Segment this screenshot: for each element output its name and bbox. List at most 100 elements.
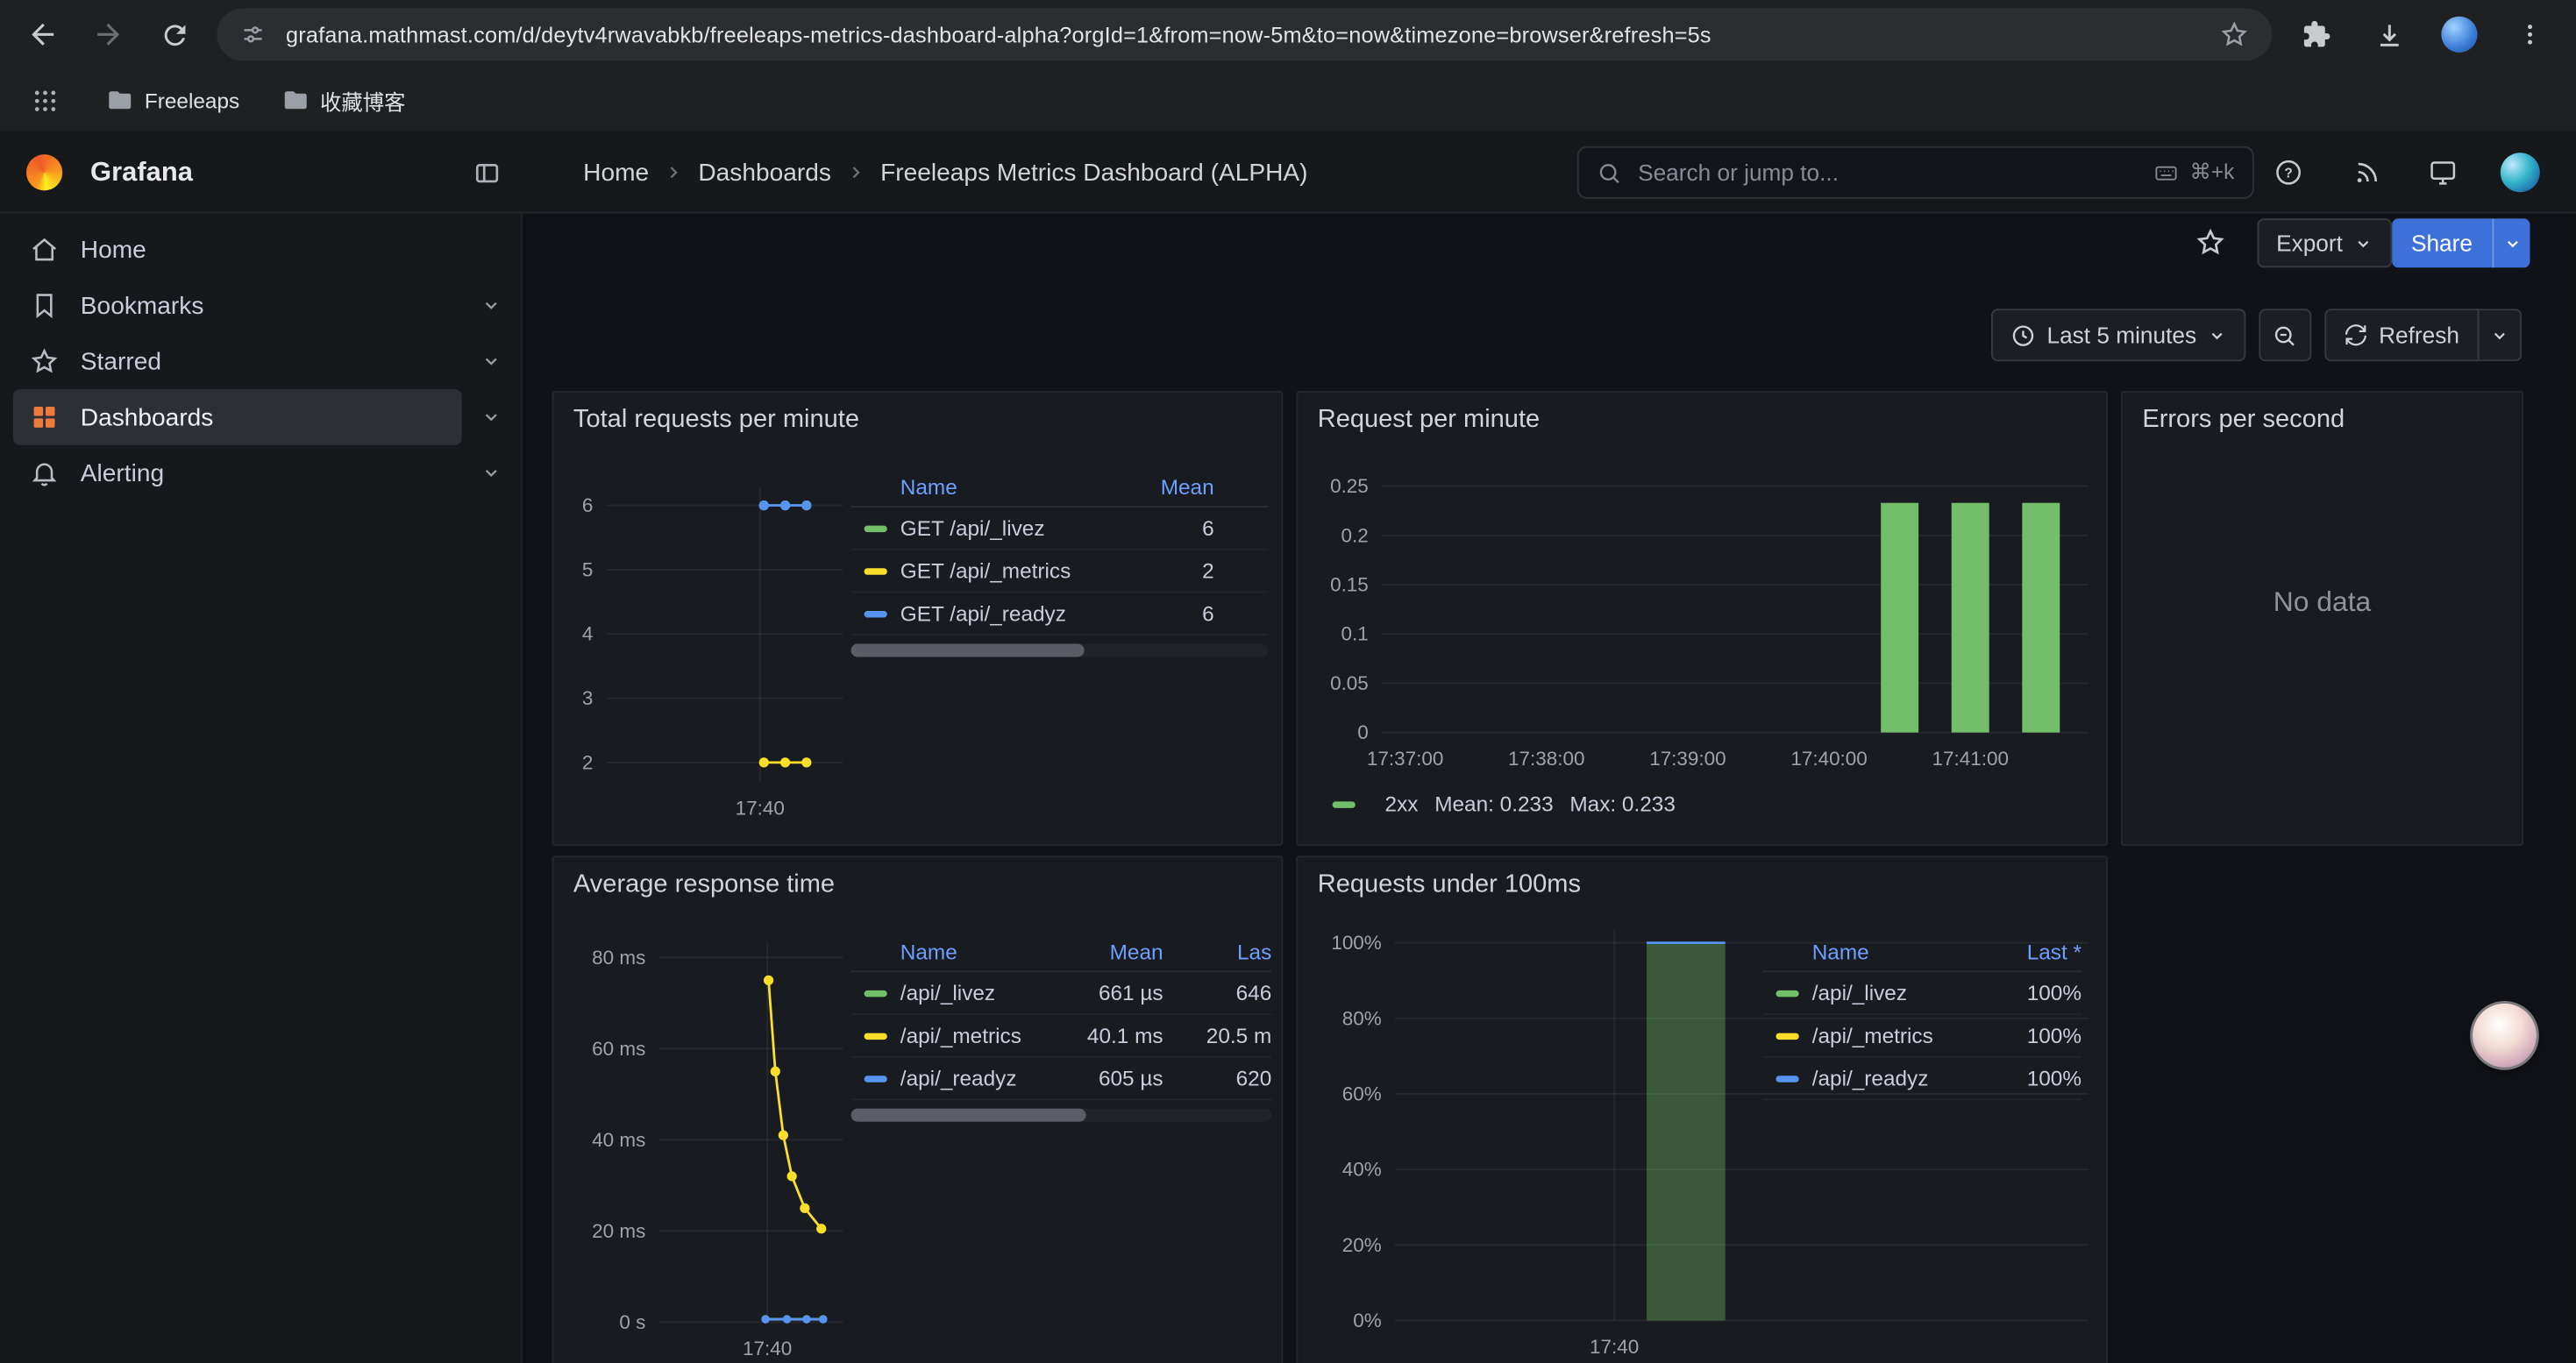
scrollbar-thumb[interactable] bbox=[851, 643, 1085, 657]
sidebar-toggle-icon[interactable] bbox=[473, 160, 502, 188]
svg-text:0.2: 0.2 bbox=[1341, 524, 1369, 546]
legend-header: NameLast * bbox=[1763, 933, 2082, 972]
home-icon bbox=[30, 235, 60, 265]
legend-table: NameLast */api/_livez100%/api/_metrics10… bbox=[1763, 933, 2082, 1100]
url-text[interactable]: grafana.mathmast.com/d/deytv4rwavabkb/fr… bbox=[286, 22, 2219, 46]
extensions-puzzle-icon[interactable] bbox=[2296, 15, 2336, 54]
svg-text:20 ms: 20 ms bbox=[592, 1220, 645, 1242]
news-rss-icon[interactable] bbox=[2346, 153, 2386, 192]
series-name: /api/_livez bbox=[900, 981, 1055, 1005]
chevron-down-icon[interactable] bbox=[462, 295, 521, 315]
sidebar-item-label: Alerting bbox=[81, 459, 164, 487]
series-color-marker bbox=[865, 990, 887, 996]
legend-sort-header[interactable]: Mean bbox=[1106, 475, 1214, 500]
forward-button[interactable] bbox=[89, 15, 128, 54]
time-controls: Last 5 minutes Refresh bbox=[1991, 309, 2522, 361]
sidebar-item-starred[interactable]: Starred bbox=[0, 333, 521, 389]
magnifier-minus-icon bbox=[2273, 323, 2297, 347]
legend-row[interactable]: /api/_livez100% bbox=[1763, 972, 2082, 1015]
refresh-button[interactable]: Refresh bbox=[2324, 309, 2479, 361]
svg-text:40 ms: 40 ms bbox=[592, 1129, 645, 1151]
display-monitor-icon[interactable] bbox=[2423, 153, 2463, 192]
legend-row[interactable]: GET /api/_readyz6 bbox=[851, 593, 1269, 635]
keyboard-icon bbox=[2152, 160, 2180, 185]
breadcrumb: Home Dashboards Freeleaps Metrics Dashbo… bbox=[583, 131, 1307, 214]
share-caret-button[interactable] bbox=[2492, 218, 2530, 267]
legend-sort-header[interactable]: Las bbox=[1163, 940, 1272, 964]
legend-scrollbar[interactable] bbox=[851, 1109, 1272, 1122]
legend-row[interactable]: /api/_livez661 µs646 bbox=[851, 972, 1272, 1015]
search-input[interactable] bbox=[1634, 158, 2138, 188]
scrollbar-thumb[interactable] bbox=[851, 1109, 1087, 1122]
legend-row[interactable]: /api/_metrics40.1 ms20.5 m bbox=[851, 1015, 1272, 1058]
panel-errors-per-second: Errors per second No data bbox=[2121, 391, 2523, 846]
series-value: 6 bbox=[1106, 515, 1214, 540]
series-name: /api/_readyz bbox=[1812, 1066, 1974, 1090]
bookmark-item-blogs[interactable]: 收藏博客 bbox=[282, 84, 406, 116]
zoom-out-button[interactable] bbox=[2259, 309, 2311, 361]
series-name: GET /api/_livez bbox=[900, 515, 1106, 540]
series-label[interactable]: 2xx bbox=[1385, 792, 1419, 816]
search-box[interactable]: ⌘+k bbox=[1577, 146, 2254, 199]
floating-assistant-avatar[interactable] bbox=[2473, 1004, 2537, 1068]
series-name: /api/_readyz bbox=[900, 1066, 1055, 1090]
grafana-logo[interactable] bbox=[26, 154, 62, 190]
panel-title[interactable]: Errors per second bbox=[2142, 406, 2345, 436]
search-shortcut-keys: ⌘+k bbox=[2189, 160, 2234, 186]
refresh-split-button: Refresh bbox=[2324, 309, 2522, 361]
bookmark-label: 收藏博客 bbox=[320, 84, 405, 116]
series-name: /api/_livez bbox=[1812, 981, 1974, 1005]
series-value: 646 bbox=[1163, 981, 1272, 1005]
chevron-down-icon[interactable] bbox=[462, 463, 521, 482]
sidebar-item-label: Bookmarks bbox=[81, 292, 204, 320]
series-color-marker bbox=[865, 1075, 887, 1081]
grafana-profile-avatar[interactable] bbox=[2501, 153, 2540, 192]
browser-profile-avatar[interactable] bbox=[2441, 17, 2477, 53]
address-bar[interactable]: grafana.mathmast.com/d/deytv4rwavabkb/fr… bbox=[217, 8, 2272, 60]
svg-text:17:39:00: 17:39:00 bbox=[1649, 748, 1726, 770]
browser-menu-kebab-icon[interactable] bbox=[2510, 15, 2550, 54]
chevron-down-icon[interactable] bbox=[462, 408, 521, 427]
download-icon[interactable] bbox=[2369, 15, 2409, 54]
export-button[interactable]: Export bbox=[2257, 218, 2393, 267]
legend-row[interactable]: /api/_readyz100% bbox=[1763, 1058, 2082, 1101]
panel-requests-under-100ms: Requests under 100ms 100%80%60%40%20%0%1… bbox=[1296, 855, 2108, 1363]
legend-row[interactable]: GET /api/_livez6 bbox=[851, 508, 1269, 550]
help-icon[interactable]: ? bbox=[2269, 153, 2309, 192]
sidebar-item-bookmarks[interactable]: Bookmarks bbox=[0, 278, 521, 334]
refresh-interval-caret[interactable] bbox=[2479, 309, 2522, 361]
breadcrumb-item-home[interactable]: Home bbox=[583, 159, 649, 187]
svg-text:17:37:00: 17:37:00 bbox=[1367, 748, 1443, 770]
export-label: Export bbox=[2276, 230, 2343, 256]
sidebar-item-home[interactable]: Home bbox=[0, 222, 521, 278]
bookmark-star-icon[interactable] bbox=[2219, 19, 2249, 49]
share-button[interactable]: Share bbox=[2391, 218, 2492, 267]
series-color-marker bbox=[865, 567, 887, 573]
svg-text:17:40:00: 17:40:00 bbox=[1790, 748, 1867, 770]
legend-row[interactable]: GET /api/_metrics2 bbox=[851, 550, 1269, 593]
favorite-star-icon[interactable] bbox=[2195, 227, 2226, 259]
legend-scrollbar[interactable] bbox=[851, 643, 1269, 657]
reload-button[interactable] bbox=[154, 15, 194, 54]
sidebar-item-dashboards[interactable]: Dashboards bbox=[0, 389, 521, 445]
chevron-down-icon[interactable] bbox=[462, 351, 521, 371]
site-settings-icon[interactable] bbox=[240, 21, 267, 47]
chevron-right-icon bbox=[846, 162, 865, 181]
legend-row[interactable]: /api/_metrics100% bbox=[1763, 1015, 2082, 1058]
legend-row[interactable]: /api/_readyz605 µs620 bbox=[851, 1058, 1272, 1101]
request-per-minute-chart: 0.250.20.150.10.05017:37:0017:38:0017:39… bbox=[1298, 393, 2110, 848]
bookmark-label: Freeleaps bbox=[145, 88, 239, 112]
time-range-button[interactable]: Last 5 minutes bbox=[1991, 309, 2246, 361]
svg-text:17:40: 17:40 bbox=[736, 797, 785, 819]
bookmark-item-freeleaps[interactable]: Freeleaps bbox=[107, 87, 239, 113]
series-color-marker bbox=[865, 610, 887, 616]
browser-nav-buttons bbox=[0, 15, 194, 54]
legend-inline: 2xx Mean: 0.233 Max: 0.233 bbox=[1333, 792, 1676, 816]
breadcrumb-item-dashboards[interactable]: Dashboards bbox=[698, 159, 831, 187]
apps-grid-icon[interactable] bbox=[25, 81, 64, 120]
legend-sort-header[interactable]: Mean bbox=[1055, 940, 1163, 964]
legend-sort-header[interactable]: Last * bbox=[1973, 940, 2081, 964]
back-button[interactable] bbox=[23, 15, 62, 54]
sidebar-item-alerting[interactable]: Alerting bbox=[0, 445, 521, 501]
share-split-button: Share bbox=[2391, 218, 2530, 267]
